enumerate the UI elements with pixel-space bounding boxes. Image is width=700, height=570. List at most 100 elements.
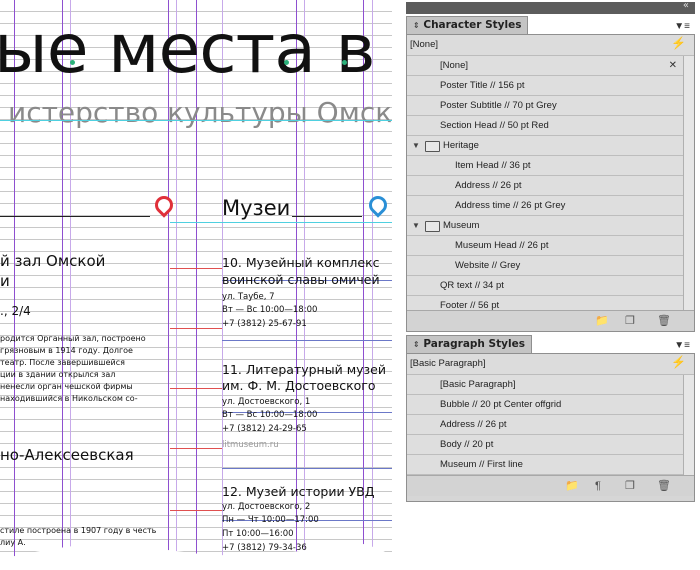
character-style-item[interactable]: Website // Grey — [407, 256, 683, 276]
section-rule — [0, 216, 150, 217]
body-line: находившийся в Никольском со- — [0, 394, 138, 403]
green-dot — [70, 60, 75, 65]
paragraph-style-item[interactable]: Bubble // 20 pt Center offgrid — [407, 395, 683, 415]
document-page[interactable]: ые места в Ом истерство культуры Омско М… — [0, 0, 392, 558]
panel-footer: 📁 ❐ 🗑 — [407, 310, 694, 331]
website-line: litmuseum.ru — [222, 440, 279, 450]
address-line: ул. Достоевского, 2 — [222, 502, 311, 512]
character-style-item[interactable]: Poster Title // 156 pt — [407, 76, 683, 96]
lightning-icon[interactable]: ⚡ — [671, 36, 686, 50]
paragraph-style-item[interactable]: Address // 26 pt — [407, 415, 683, 435]
museum-head[interactable]: 10. Музейный комплекс — [222, 255, 380, 270]
frame-edge — [170, 328, 222, 329]
folder-icon — [425, 221, 440, 232]
section-head-museums[interactable]: Музеи — [222, 196, 290, 220]
style-label: Museum — [443, 220, 480, 231]
folder-icon — [425, 141, 440, 152]
character-style-item[interactable]: QR text // 34 pt — [407, 276, 683, 296]
style-label: Section Head // 50 pt Red — [440, 120, 549, 131]
item-address[interactable]: ., 2/4 — [0, 304, 31, 318]
museum-head[interactable]: 11. Литературный музей — [222, 362, 386, 377]
new-style-icon[interactable]: ❐ — [625, 314, 635, 328]
paragraph-style-list: [Basic Paragraph] Bubble // 20 pt Center … — [407, 375, 694, 475]
item-head[interactable]: и — [0, 272, 10, 290]
character-style-item[interactable]: [None] ✕ — [407, 56, 683, 76]
style-label: Footer // 56 pt — [440, 300, 500, 310]
address-line: ул. Достоевского, 1 — [222, 397, 311, 407]
frame-edge — [170, 448, 222, 449]
expand-icon: ⇕ — [413, 21, 420, 30]
new-style-icon[interactable]: ❐ — [625, 479, 635, 493]
body-line: театр. После завершившейся — [0, 358, 125, 367]
museum-head[interactable]: им. Ф. М. Достоевского — [222, 378, 376, 393]
frame-edge — [222, 340, 392, 341]
character-style-item[interactable]: Poster Subtitle // 70 pt Grey — [407, 96, 683, 116]
style-label: Website // Grey — [455, 260, 521, 271]
expand-icon: ⇕ — [413, 340, 420, 349]
paragraph-style-item[interactable]: [Basic Paragraph] — [407, 375, 683, 395]
scrollbar[interactable] — [683, 56, 694, 310]
body-line: родится Органный зал, построено — [0, 334, 146, 343]
current-style-label: [None] — [410, 39, 438, 50]
address-line: +7 (3812) 79-34-36 — [222, 543, 307, 553]
poster-subtitle[interactable]: истерство культуры Омско — [8, 96, 392, 129]
disclosure-triangle-icon[interactable]: ▼ — [412, 216, 420, 235]
tab-paragraph-styles[interactable]: ⇕ Paragraph Styles — [406, 335, 532, 353]
paragraph-style-item[interactable]: Body // 20 pt — [407, 435, 683, 455]
collapse-icon[interactable]: « — [683, 0, 689, 11]
current-style-bar: [None] ⚡ — [407, 35, 694, 56]
address-line: +7 (3812) 24-29-65 — [222, 424, 307, 434]
body-line: ции в здании открылся зал — [0, 370, 116, 379]
address-line: Вт — Вс 10:00—18:00 — [222, 410, 318, 420]
poster-headline[interactable]: ые места в Ом — [0, 14, 392, 86]
lightning-icon[interactable]: ⚡ — [671, 355, 686, 369]
new-group-folder-icon[interactable]: 📁 — [595, 314, 609, 328]
item-head[interactable]: но-Алексеевская — [0, 446, 134, 464]
style-label: Item Head // 36 pt — [455, 160, 531, 171]
museum-head[interactable]: воинской славы омичей — [222, 272, 380, 287]
tab-paragraph-styles-label: Paragraph Styles — [423, 338, 525, 350]
style-label: Address // 26 pt — [455, 180, 522, 191]
clear-overrides-icon[interactable]: ¶ — [595, 479, 601, 493]
paragraph-style-item[interactable]: Museum // First line — [407, 455, 683, 475]
item-head[interactable]: й зал Омской — [0, 252, 105, 270]
character-style-item[interactable]: Museum Head // 26 pt — [407, 236, 683, 256]
new-group-folder-icon[interactable]: 📁 — [565, 479, 579, 493]
style-label: [None] — [440, 60, 468, 71]
style-group-folder[interactable]: ▼ Heritage — [407, 136, 683, 156]
scrollbar[interactable] — [683, 375, 694, 475]
style-label: Address time // 26 pt Grey — [455, 200, 566, 211]
frame-edge — [170, 388, 222, 389]
panel-menu-icon[interactable]: ▼≡ — [674, 21, 690, 32]
address-line: Пт 10:00—16:00 — [222, 529, 294, 539]
delete-trash-icon[interactable]: 🗑 — [657, 479, 671, 493]
guide-line — [170, 222, 392, 223]
character-style-item[interactable]: Address time // 26 pt Grey — [407, 196, 683, 216]
address-line: Вт — Вс 10:00—18:00 — [222, 305, 318, 315]
panel-menu-icon[interactable]: ▼≡ — [674, 340, 690, 351]
body-line: грязновым в 1914 году. Долгое — [0, 346, 133, 355]
museum-head[interactable]: 12. Музей истории УВД — [222, 484, 375, 499]
character-style-item[interactable]: Section Head // 50 pt Red — [407, 116, 683, 136]
frame-edge — [170, 510, 222, 511]
character-style-item[interactable]: Item Head // 36 pt — [407, 156, 683, 176]
style-label: QR text // 34 pt — [440, 280, 504, 291]
paragraph-styles-panel: ▼≡ [Basic Paragraph] ⚡ [Basic Paragraph]… — [406, 340, 695, 502]
tab-character-styles[interactable]: ⇕ Character Styles — [406, 16, 529, 34]
section-rule — [292, 216, 362, 217]
panel-dock-header: « — [406, 0, 695, 14]
green-dot — [342, 60, 347, 65]
disclosure-triangle-icon[interactable]: ▼ — [412, 136, 420, 155]
character-style-item[interactable]: Footer // 56 pt — [407, 296, 683, 310]
style-label: [Basic Paragraph] — [440, 379, 516, 390]
panel-footer: 📁 ¶ ❐ 🗑 — [407, 475, 694, 496]
style-label: Poster Title // 156 pt — [440, 80, 525, 91]
delete-trash-icon[interactable]: 🗑 — [657, 314, 671, 328]
style-label: Museum // First line — [440, 459, 523, 470]
style-label: Heritage — [443, 140, 479, 151]
green-dot — [284, 60, 289, 65]
guide-line — [0, 120, 392, 121]
body-line: лиу А. — [0, 538, 26, 547]
style-group-folder[interactable]: ▼ Museum — [407, 216, 683, 236]
character-style-item[interactable]: Address // 26 pt — [407, 176, 683, 196]
